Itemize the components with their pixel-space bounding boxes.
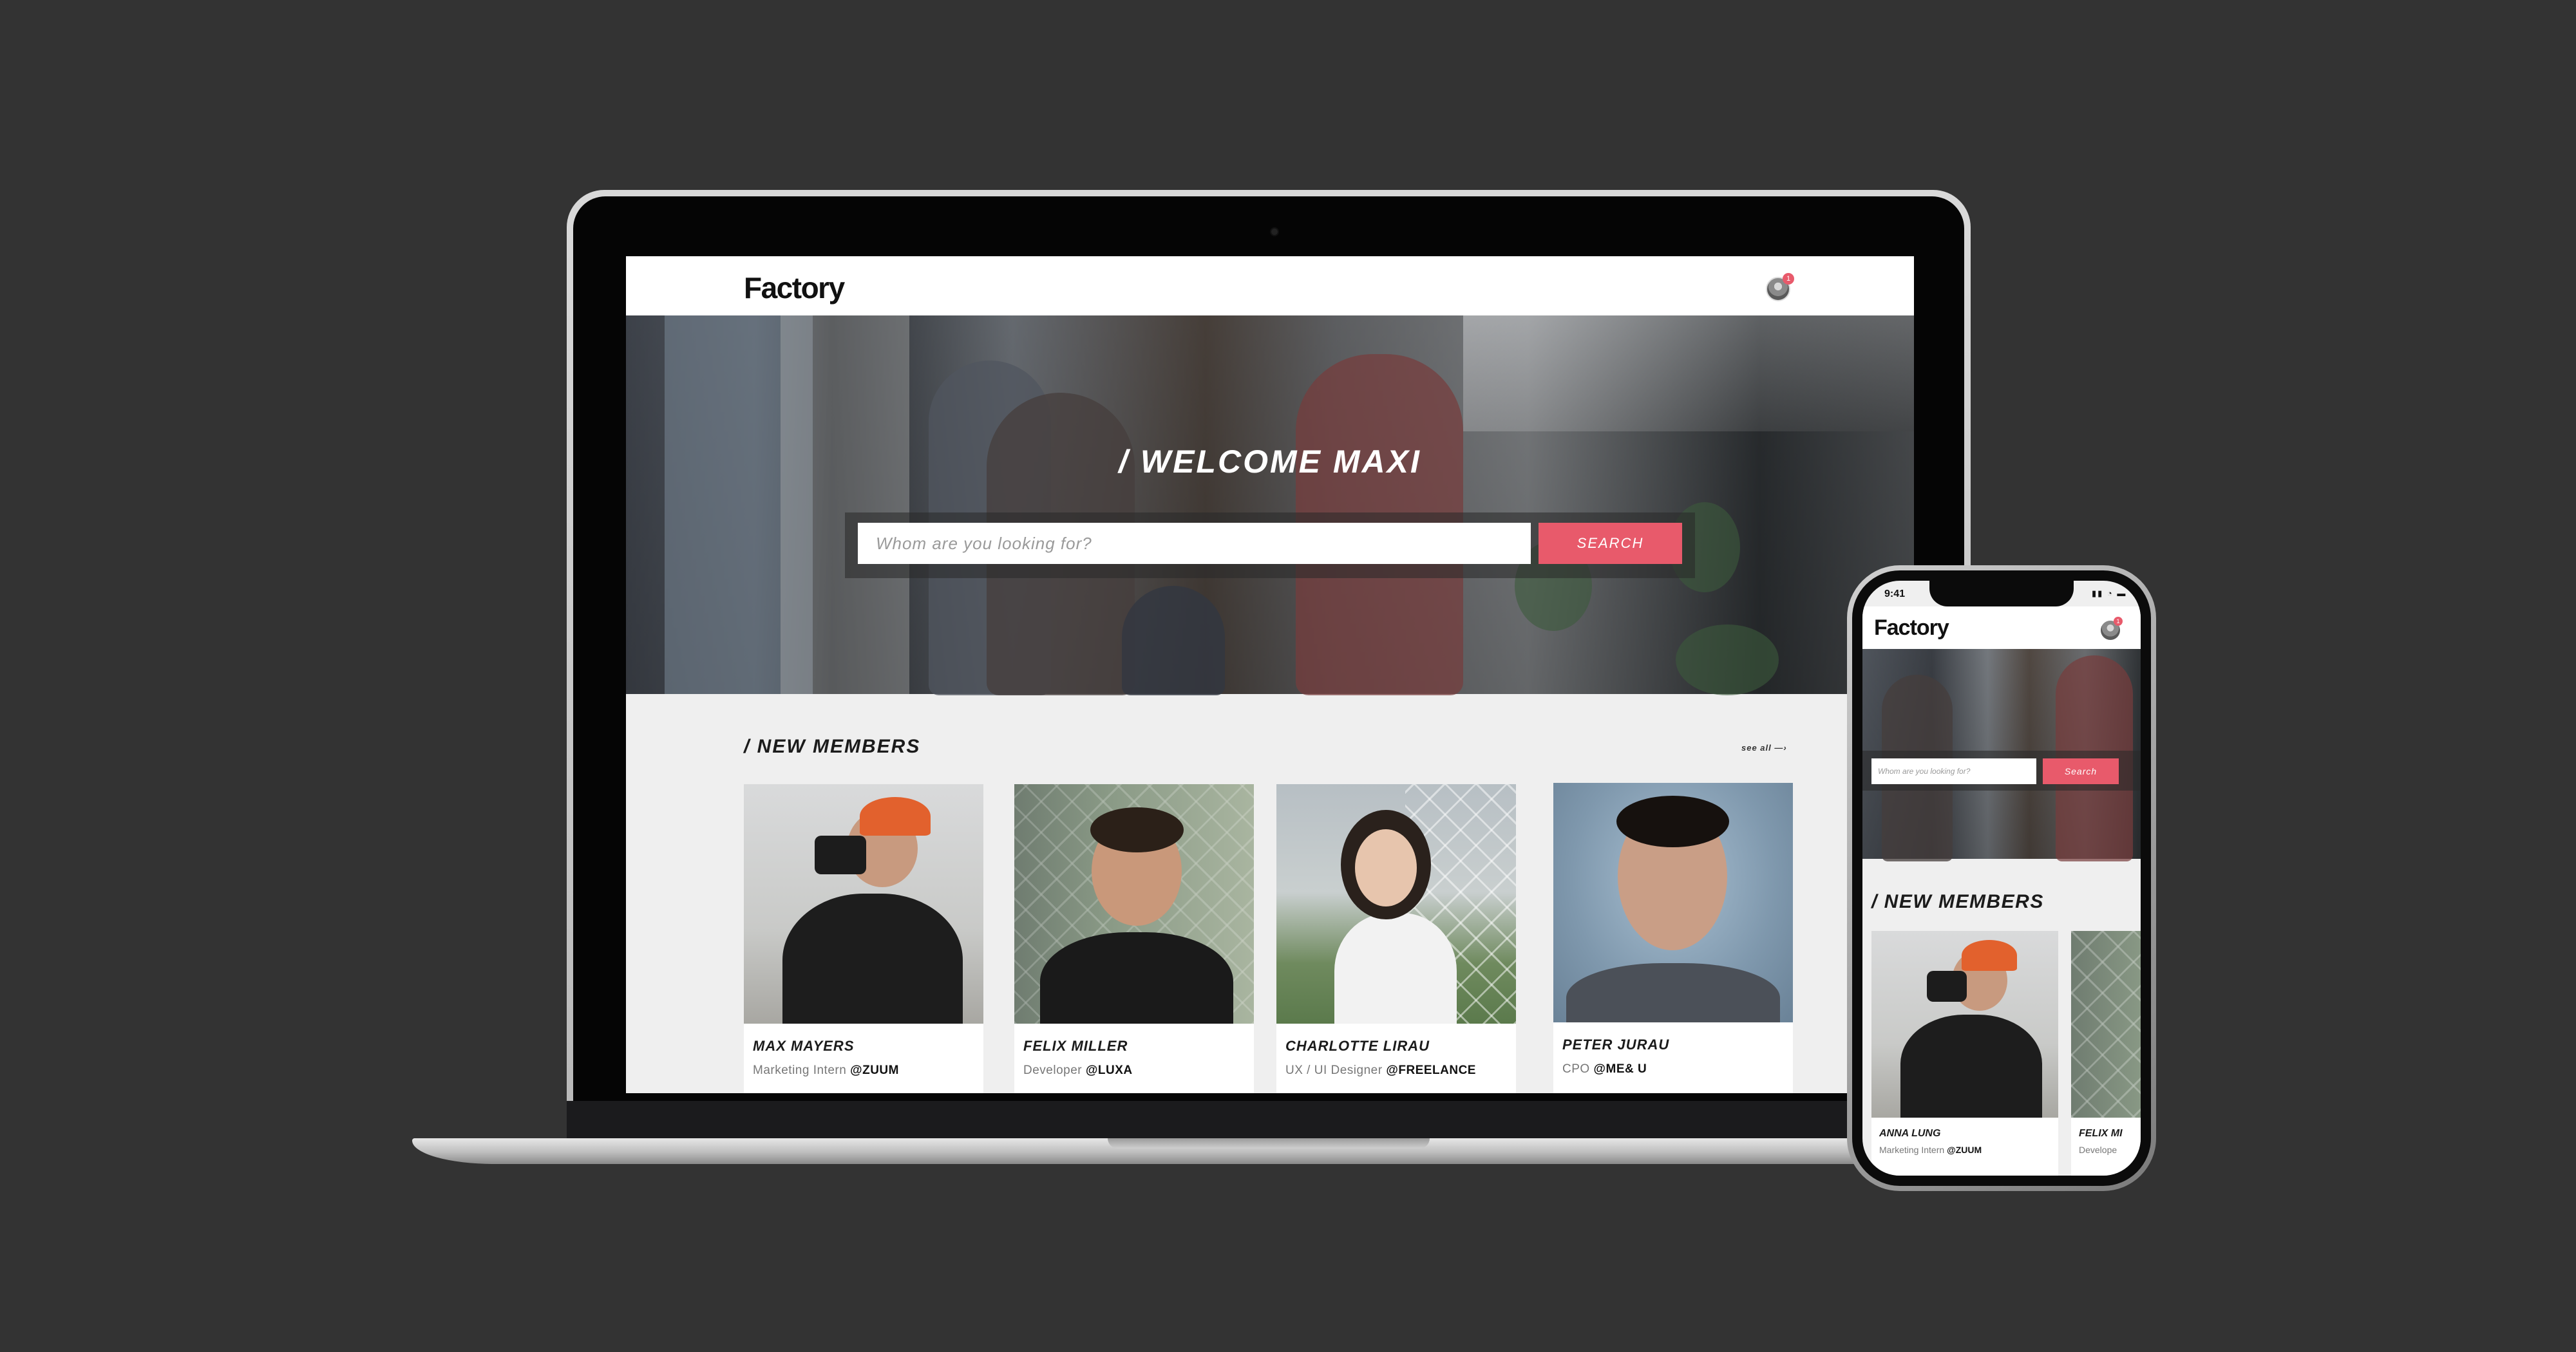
- member-card[interactable]: FELIX MILLER Developer @LUXA: [1014, 784, 1254, 1093]
- member-name: ANNA LUNG: [1879, 1128, 1941, 1139]
- new-members-title: / NEW MEMBERS: [1871, 891, 2044, 912]
- hero-photo-column: [781, 315, 909, 694]
- member-company: @ZUUM: [850, 1064, 899, 1077]
- member-card[interactable]: CHARLOTTE LIRAU UX / UI Designer @FREELA…: [1276, 784, 1516, 1093]
- welcome-title: / WELCOME MAXI: [1119, 444, 1421, 480]
- member-role: Develope: [2079, 1145, 2117, 1155]
- member-name: CHARLOTTE LIRAU: [1285, 1038, 1430, 1054]
- laptop-chin: [567, 1101, 1971, 1143]
- member-name: FELIX MILLER: [1023, 1038, 1128, 1054]
- site-header: Factory 1: [626, 256, 1914, 315]
- member-role-title: Marketing Intern: [753, 1064, 847, 1077]
- member-company: @LUXA: [1085, 1064, 1133, 1077]
- hero-banner: Search: [1862, 649, 2141, 861]
- see-all-link[interactable]: see all —›: [1741, 743, 1787, 753]
- notification-badge: 1: [2114, 617, 2123, 626]
- member-name: MAX MAYERS: [753, 1038, 855, 1054]
- member-role: Developer @LUXA: [1023, 1064, 1133, 1078]
- member-company: @ME& U: [1593, 1062, 1647, 1076]
- member-role-title: Developer: [1023, 1064, 1083, 1077]
- member-photo: [744, 784, 983, 1024]
- member-photo: [1276, 784, 1516, 1024]
- hero-photo-plant: [1676, 624, 1779, 695]
- laptop-notch: [1108, 1138, 1430, 1149]
- hero-banner: / WELCOME MAXI SEARCH: [626, 315, 1914, 695]
- factory-logo[interactable]: Factory: [1874, 615, 1949, 641]
- member-card[interactable]: MAX MAYERS Marketing Intern @ZUUM: [744, 784, 983, 1093]
- member-role-title: CPO: [1562, 1062, 1590, 1076]
- member-card[interactable]: PETER JURAU CPO @ME& U: [1553, 783, 1793, 1093]
- status-time: 9:41: [1884, 588, 1906, 599]
- member-role-title: Develope: [2079, 1145, 2117, 1155]
- phone-notch: [1929, 581, 2074, 606]
- member-photo: [1871, 931, 2058, 1118]
- member-company: @ZUUM: [1947, 1145, 1982, 1155]
- member-role: Marketing Intern @ZUUM: [1879, 1145, 1982, 1155]
- member-name: PETER JURAU: [1562, 1037, 1670, 1053]
- phone-screen: 9:41 ▮▮ ◔ ▬ Factory 1 Search / NEW MEMBE…: [1862, 581, 2141, 1176]
- factory-logo[interactable]: Factory: [744, 270, 845, 305]
- laptop-screen: Factory 1 / WELCOME MAXI SEARCH / NEW ME…: [626, 256, 1914, 1093]
- phone-frame: 9:41 ▮▮ ◔ ▬ Factory 1 Search / NEW MEMBE…: [1847, 565, 2156, 1191]
- member-card[interactable]: ANNA LUNG Marketing Intern @ZUUM: [1871, 931, 2058, 1176]
- member-name: FELIX MI: [2079, 1128, 2123, 1139]
- member-photo: [2071, 931, 2141, 1118]
- member-photo: [1553, 783, 1793, 1022]
- member-role: Marketing Intern @ZUUM: [753, 1064, 899, 1078]
- member-role-title: Marketing Intern: [1879, 1145, 1945, 1155]
- search-button[interactable]: SEARCH: [1539, 523, 1682, 564]
- search-input[interactable]: [1871, 758, 2036, 784]
- camera-icon: [1270, 227, 1279, 236]
- hero-photo-ceiling: [1463, 315, 1914, 431]
- status-icons: ▮▮ ◔ ▬: [2092, 588, 2127, 598]
- phone-bezel: 9:41 ▮▮ ◔ ▬ Factory 1 Search / NEW MEMBE…: [1852, 570, 2151, 1186]
- member-photo: [1014, 784, 1254, 1024]
- search-bar: Search: [1862, 751, 2141, 791]
- hero-photo-person: [1122, 586, 1225, 695]
- search-bar: SEARCH: [845, 512, 1695, 578]
- search-input[interactable]: [858, 523, 1531, 564]
- phone-site-header: Factory 1: [1862, 606, 2141, 649]
- notification-badge: 1: [1783, 273, 1794, 285]
- search-button[interactable]: Search: [2043, 758, 2119, 784]
- member-role-title: UX / UI Designer: [1285, 1064, 1383, 1077]
- member-role: UX / UI Designer @FREELANCE: [1285, 1064, 1476, 1078]
- member-role: CPO @ME& U: [1562, 1062, 1647, 1076]
- new-members-title: / NEW MEMBERS: [744, 736, 921, 757]
- member-card[interactable]: FELIX MI Develope: [2071, 931, 2141, 1176]
- member-company: @FREELANCE: [1386, 1064, 1476, 1077]
